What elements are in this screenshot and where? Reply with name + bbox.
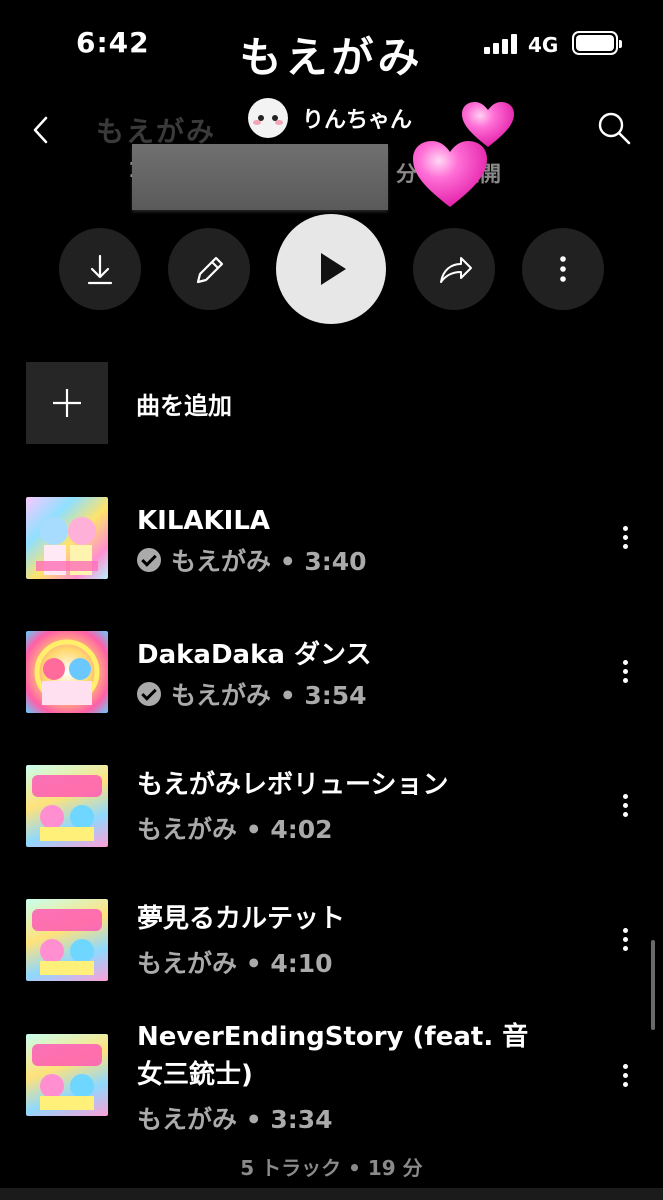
album-art bbox=[26, 497, 108, 579]
redaction-box bbox=[132, 144, 388, 210]
track-menu-button[interactable] bbox=[614, 786, 636, 826]
more-options-button[interactable] bbox=[522, 228, 604, 310]
play-button[interactable] bbox=[276, 214, 386, 324]
bottom-bar-edge bbox=[0, 1188, 663, 1200]
verified-check-icon bbox=[137, 682, 161, 706]
back-button[interactable] bbox=[26, 110, 60, 150]
track-artist-duration: もえがみ • 4:02 bbox=[137, 815, 333, 844]
edit-button[interactable] bbox=[168, 228, 250, 310]
track-menu-button[interactable] bbox=[614, 1056, 636, 1096]
more-vertical-icon bbox=[560, 256, 566, 282]
track-subtitle: もえがみ • 3:40 bbox=[137, 542, 367, 578]
chevron-left-icon bbox=[33, 116, 48, 144]
search-button[interactable] bbox=[596, 110, 632, 146]
avatar bbox=[248, 98, 288, 138]
track-title: もえがみレボリューション bbox=[137, 770, 449, 800]
add-tile bbox=[26, 362, 108, 444]
pencil-icon bbox=[196, 256, 224, 284]
playlist-owner[interactable]: りんちゃん bbox=[248, 98, 412, 138]
track-menu-button[interactable] bbox=[614, 920, 636, 960]
track-row[interactable]: 夢見るカルテット もえがみ • 4:10 bbox=[0, 890, 663, 1010]
track-row[interactable]: KILAKILA もえがみ • 3:40 bbox=[0, 488, 663, 608]
track-title-line1: NeverEndingStory (feat. 音 bbox=[137, 1022, 529, 1052]
album-art bbox=[26, 899, 108, 981]
plus-icon bbox=[53, 389, 81, 417]
track-subtitle: もえがみ • 3:34 bbox=[137, 1100, 333, 1136]
add-song-row[interactable]: 曲を追加 bbox=[26, 362, 232, 444]
track-menu-button[interactable] bbox=[614, 518, 636, 558]
track-menu-button[interactable] bbox=[614, 652, 636, 692]
track-subtitle: もえがみ • 3:54 bbox=[137, 676, 367, 712]
track-subtitle: もえがみ • 4:02 bbox=[137, 810, 333, 846]
share-button[interactable] bbox=[413, 228, 495, 310]
album-art bbox=[26, 765, 108, 847]
track-artist-duration: もえがみ • 3:40 bbox=[171, 547, 367, 576]
add-song-label: 曲を追加 bbox=[136, 391, 232, 420]
track-artist-duration: もえがみ • 3:34 bbox=[137, 1105, 333, 1134]
album-art bbox=[26, 631, 108, 713]
track-title: 夢見るカルテット bbox=[137, 904, 346, 934]
track-artist-duration: もえがみ • 4:10 bbox=[137, 949, 333, 978]
owner-name: りんちゃん bbox=[302, 108, 413, 133]
track-row[interactable]: DakaDaka ダンス もえがみ • 3:54 bbox=[0, 622, 663, 742]
heart-sticker-large-icon bbox=[413, 141, 487, 207]
scrollbar[interactable] bbox=[651, 940, 655, 1030]
overlay-title: もえがみ bbox=[239, 33, 424, 82]
play-icon bbox=[321, 253, 346, 285]
album-art bbox=[26, 1034, 108, 1116]
track-row[interactable]: NeverEndingStory (feat. 音 女三銃士) もえがみ • 3… bbox=[0, 1016, 663, 1146]
download-icon bbox=[87, 254, 113, 285]
track-subtitle: もえがみ • 4:10 bbox=[137, 944, 333, 980]
track-row[interactable]: もえがみレボリューション もえがみ • 4:02 bbox=[0, 756, 663, 876]
playlist-summary: 5 トラック • 19 分 bbox=[240, 1156, 423, 1180]
download-button[interactable] bbox=[59, 228, 141, 310]
search-icon bbox=[598, 112, 631, 145]
track-artist-duration: もえがみ • 3:54 bbox=[171, 681, 367, 710]
verified-check-icon bbox=[137, 548, 161, 572]
share-icon bbox=[440, 257, 472, 283]
track-title: DakaDaka ダンス bbox=[137, 640, 372, 670]
track-title-line2: 女三銃士) bbox=[137, 1060, 253, 1090]
track-title: KILAKILA bbox=[137, 506, 271, 536]
